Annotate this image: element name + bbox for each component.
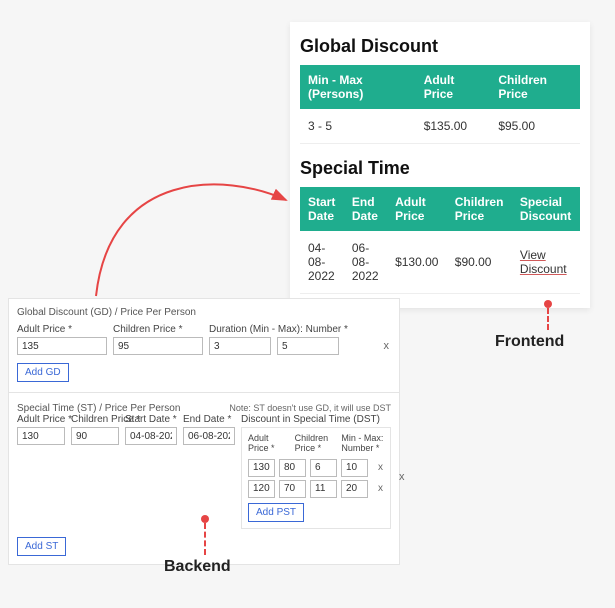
dst-row: x	[248, 480, 384, 498]
st-end-input[interactable]	[183, 427, 235, 445]
st-dst-label: Discount in Special Time (DST)	[241, 414, 391, 425]
st-discount: View Discount	[512, 231, 580, 294]
be-st-note: Note: ST doesn't use GD, it will use DST	[229, 403, 391, 413]
st-h-start: Start Date	[300, 187, 344, 231]
st-table: Start Date End Date Adult Price Children…	[300, 187, 580, 294]
st-title: Special Time	[300, 158, 580, 179]
dst-adult-label: Adult Price *	[248, 434, 291, 454]
add-st-button[interactable]: Add ST	[17, 537, 66, 556]
gd-children-label: Children Price *	[113, 324, 203, 335]
dst-remove-button[interactable]: x	[372, 482, 384, 495]
dst-min-input[interactable]	[310, 480, 337, 498]
add-pst-button[interactable]: Add PST	[248, 503, 304, 522]
st-h-discount: Special Discount	[512, 187, 580, 231]
dst-remove-button[interactable]: x	[372, 461, 384, 474]
table-row: 3 - 5 $135.00 $95.00	[300, 109, 580, 144]
gd-min-input[interactable]	[209, 337, 271, 355]
st-end-label: End Date *	[183, 414, 235, 425]
dst-children-input[interactable]	[279, 459, 306, 477]
gd-children-input[interactable]	[113, 337, 203, 355]
dst-row: x	[248, 459, 384, 477]
st-adult-label: Adult Price *	[17, 414, 65, 425]
dst-max-input[interactable]	[341, 459, 368, 477]
gd-h-children: Children Price	[490, 65, 580, 109]
st-adult: $130.00	[387, 231, 447, 294]
be-st-title: Special Time (ST) / Price Per Person	[17, 403, 180, 414]
gd-remove-button[interactable]: x	[382, 340, 392, 352]
connector-dot-icon	[201, 515, 209, 523]
dst-children-label: Children Price *	[295, 434, 338, 454]
dst-adult-input[interactable]	[248, 459, 275, 477]
st-children: $90.00	[447, 231, 512, 294]
connector-line-icon	[204, 523, 206, 555]
dst-adult-input[interactable]	[248, 480, 275, 498]
st-start-input[interactable]	[125, 427, 177, 445]
frontend-callout-label: Frontend	[495, 333, 564, 351]
gd-h-adult: Adult Price	[416, 65, 491, 109]
st-start: 04-08-2022	[300, 231, 344, 294]
st-children-label: Children Price *	[71, 414, 119, 425]
gd-children: $95.00	[490, 109, 580, 144]
add-gd-button[interactable]: Add GD	[17, 363, 69, 382]
table-row: 04-08-2022 06-08-2022 $130.00 $90.00 Vie…	[300, 231, 580, 294]
dst-children-input[interactable]	[279, 480, 306, 498]
gd-range: 3 - 5	[300, 109, 416, 144]
st-h-end: End Date	[344, 187, 387, 231]
gd-title: Global Discount	[300, 36, 580, 57]
dst-min-input[interactable]	[310, 459, 337, 477]
st-h-children: Children Price	[447, 187, 512, 231]
dst-box: Adult Price * Children Price * Min - Max…	[241, 427, 391, 529]
st-adult-input[interactable]	[17, 427, 65, 445]
gd-table: Min - Max (Persons) Adult Price Children…	[300, 65, 580, 144]
st-start-label: Start Date *	[125, 414, 177, 425]
st-children-input[interactable]	[71, 427, 119, 445]
gd-adult: $135.00	[416, 109, 491, 144]
connector-line-icon	[547, 308, 549, 330]
connector-dot-icon	[544, 300, 552, 308]
be-gd-title: Global Discount (GD) / Price Per Person	[17, 307, 391, 318]
gd-adult-label: Adult Price *	[17, 324, 107, 335]
dst-number-label: Min - Max: Number *	[341, 434, 384, 454]
dst-max-input[interactable]	[341, 480, 368, 498]
st-h-adult: Adult Price	[387, 187, 447, 231]
frontend-preview-card: Global Discount Min - Max (Persons) Adul…	[290, 22, 590, 308]
backend-callout-label: Backend	[164, 558, 231, 576]
gd-h-range: Min - Max (Persons)	[300, 65, 416, 109]
view-discount-link[interactable]: View Discount	[520, 248, 567, 276]
gd-max-input[interactable]	[277, 337, 339, 355]
gd-adult-input[interactable]	[17, 337, 107, 355]
gd-duration-label: Duration (Min - Max): Number *	[209, 324, 376, 335]
st-end: 06-08-2022	[344, 231, 387, 294]
st-remove-button[interactable]: x	[397, 471, 407, 483]
